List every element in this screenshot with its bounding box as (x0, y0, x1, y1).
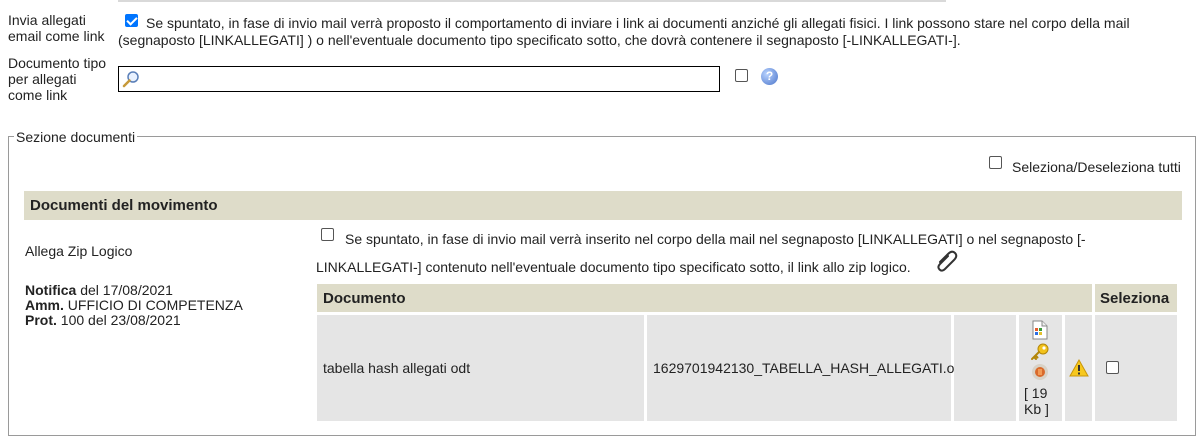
notifica-label: Notifica (25, 282, 77, 298)
zip-desc-line1: Se spuntato, in fase di invio mail verrà… (345, 231, 1086, 247)
prot-line: Prot. 100 del 23/08/2021 (25, 313, 243, 328)
email-links-desc-line1: Se spuntato, in fase di invio mail verrà… (146, 15, 1130, 31)
notifica-line: Notifica del 17/08/2021 (25, 283, 243, 298)
amm-line: Amm. UFFICIO DI COMPETENZA (25, 298, 243, 313)
email-links-desc-line2: (segnaposto [LINKALLEGATI] ) o nell'even… (118, 32, 961, 48)
doc-type-label-line3: come link (8, 87, 68, 103)
column-header-document-text: Documento (323, 290, 406, 307)
doc-type-checkbox[interactable] (735, 69, 748, 82)
doc-type-label: Documento tipo per allegati come link (8, 55, 106, 103)
prot-text: 100 del 23/08/2021 (60, 312, 181, 328)
email-links-checkbox[interactable] (125, 13, 138, 27)
paperclip-icon[interactable] (934, 248, 960, 274)
search-icon[interactable] (122, 70, 140, 88)
help-icon[interactable]: ? (761, 68, 778, 85)
amm-text: UFFICIO DI COMPETENZA (67, 297, 243, 313)
cell-warning (1065, 315, 1092, 421)
movement-documents-header: Documenti del movimento (24, 191, 1182, 220)
doc-type-label-line2: per allegati (8, 71, 77, 87)
zip-desc-line2: LINKALLEGATI-] contenuto nell'eventuale … (316, 259, 911, 275)
select-all-label: Seleziona/Deseleziona tutti (1012, 159, 1181, 175)
email-links-label: Invia allegati email come link (8, 12, 104, 44)
cell-actions: [ 19 Kb ] (1019, 315, 1062, 421)
movement-info: Notifica del 17/08/2021 Amm. UFFICIO DI … (25, 283, 243, 328)
select-all-checkbox[interactable] (989, 156, 1002, 169)
doc-type-label-line1: Documento tipo (8, 55, 107, 71)
document-file-icon[interactable] (1031, 320, 1049, 340)
key-icon[interactable] (1030, 343, 1050, 361)
warning-icon[interactable] (1069, 359, 1089, 377)
file-size: [ 19 Kb ] (1024, 385, 1049, 417)
row-select-checkbox[interactable] (1106, 361, 1119, 374)
cell-empty (954, 315, 1016, 421)
doc-type-input[interactable] (118, 66, 720, 92)
document-filename[interactable]: 1629701942130_TABELLA_HASH_ALLEGATI.odt (653, 360, 966, 376)
movement-documents-header-text: Documenti del movimento (30, 197, 218, 214)
column-header-select-text: Seleziona (1100, 290, 1170, 307)
amm-label: Amm. (25, 297, 64, 313)
cell-filename: 1629701942130_TABELLA_HASH_ALLEGATI.odt (647, 315, 966, 421)
email-links-label-line1: Invia allegati (8, 12, 86, 28)
column-header-document: Documento (317, 284, 1092, 312)
email-links-label-line2: email come link (8, 28, 105, 44)
top-divider (118, 0, 946, 2)
cell-select (1095, 315, 1177, 421)
seal-icon[interactable] (1031, 363, 1049, 381)
column-header-select: Seleziona (1095, 284, 1177, 312)
file-size-line1: [ 19 (1024, 385, 1048, 401)
zip-label: Allega Zip Logico (25, 243, 133, 259)
notifica-text: del 17/08/2021 (80, 282, 173, 298)
zip-checkbox[interactable] (321, 228, 334, 241)
cell-description: tabella hash allegati odt (317, 315, 644, 421)
documents-section-legend: Sezione documenti (14, 129, 138, 145)
prot-label: Prot. (25, 312, 57, 328)
document-description: tabella hash allegati odt (323, 360, 471, 376)
file-size-line2: Kb ] (1024, 401, 1049, 417)
